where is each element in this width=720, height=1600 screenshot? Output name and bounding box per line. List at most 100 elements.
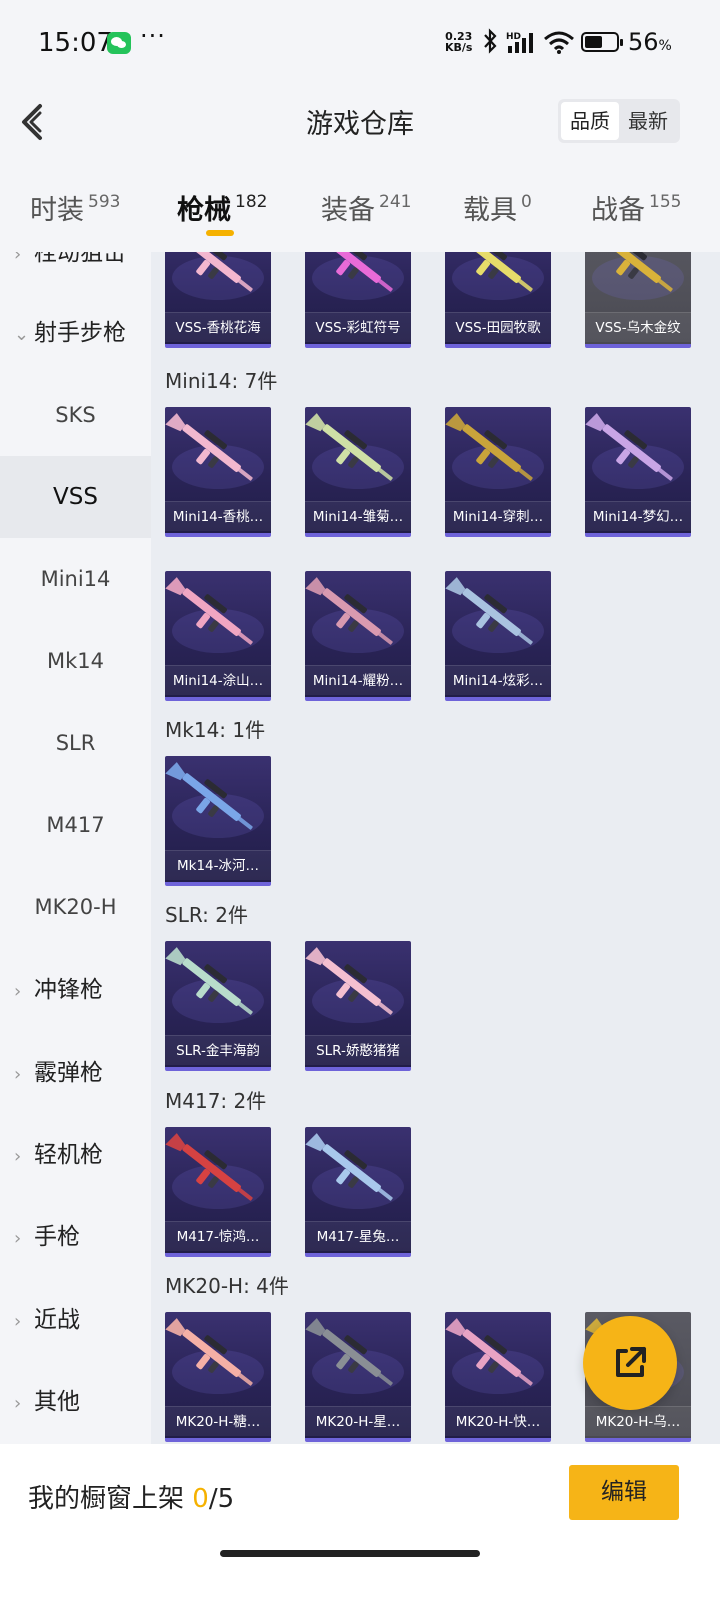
sidebar-category-marksman[interactable]: ⌄ 射手步枪 — [14, 292, 151, 374]
weapon-image — [585, 413, 684, 489]
weapon-card[interactable]: Mini14-香桃… — [165, 407, 271, 537]
signal-hd-label: HD — [506, 32, 521, 42]
net-speed-unit: KB/s — [445, 41, 473, 54]
weapon-image — [172, 252, 264, 300]
weapon-card[interactable]: VSS-香桃花海 — [165, 252, 271, 348]
tab-outfits[interactable]: 时装 593 — [30, 188, 120, 227]
edit-button[interactable]: 编辑 — [569, 1465, 679, 1520]
weapon-card[interactable]: MK20-H-糖… — [165, 1312, 271, 1442]
signal-icon: HD — [506, 32, 533, 53]
weapon-name: MK20-H-乌… — [585, 1406, 691, 1436]
weapon-card[interactable]: Mini14-穿刺… — [445, 407, 551, 537]
weapon-name: VSS-乌木金纹 — [585, 312, 691, 342]
sidebar-category-pistol[interactable]: › 手枪 — [14, 1196, 151, 1278]
weapon-card[interactable]: Mini14-耀粉… — [305, 571, 411, 701]
weapon-name: Mini14-涂山… — [165, 665, 271, 695]
tab-supplies[interactable]: 战备 155 — [591, 188, 681, 227]
weapon-card[interactable]: Mini14-炫彩… — [445, 571, 551, 701]
chevron-right-icon: › — [14, 1393, 22, 1414]
sort-newest-button[interactable]: 最新 — [619, 102, 677, 140]
sidebar-category-smg[interactable]: › 冲锋枪 — [14, 949, 151, 1031]
weapon-name: Mk14-冰河… — [165, 850, 271, 880]
weapon-image — [305, 1318, 404, 1394]
weapon-image — [165, 947, 264, 1023]
bottom-bar: 我的橱窗上架 0/5 编辑 — [0, 1444, 720, 1600]
weapon-image — [165, 762, 264, 838]
item-grid: VSS-香桃花海 VSS-彩虹符号 VSS-田园牧歌 VSS-乌木金纹 Mini14: … — [151, 252, 720, 1444]
weapon-name: VSS-香桃花海 — [165, 312, 271, 342]
weapon-card[interactable]: Mk14-冰河… — [165, 756, 271, 886]
weapon-name: Mini14-梦幻… — [585, 501, 691, 531]
tab-equipment[interactable]: 装备 241 — [321, 188, 411, 227]
sidebar-category-other[interactable]: › 其他 — [14, 1361, 151, 1443]
sidebar-category-shotgun[interactable]: › 霰弹枪 — [14, 1032, 151, 1114]
weapon-card[interactable]: MK20-H-快… — [445, 1312, 551, 1442]
sidebar-item-mini14[interactable]: Mini14 — [0, 538, 151, 620]
weapon-image — [312, 252, 404, 300]
sidebar-category-melee[interactable]: › 近战 — [14, 1279, 151, 1361]
sidebar-category-bolt-sniper[interactable]: › 栓动狙击 — [14, 252, 151, 294]
group-title: Mini14: 7件 — [165, 369, 278, 393]
chevron-right-icon: › — [14, 1064, 22, 1085]
shelf-status: 我的橱窗上架 0/5 — [28, 1484, 235, 1514]
bluetooth-icon — [484, 28, 497, 54]
weapon-image — [305, 413, 404, 489]
weapon-card[interactable]: Mini14-涂山… — [165, 571, 271, 701]
sidebar-category-lmg[interactable]: › 轻机枪 — [14, 1114, 151, 1196]
sidebar-item-mk14[interactable]: Mk14 — [0, 620, 151, 702]
chevron-down-icon: ⌄ — [14, 324, 30, 345]
tab-vehicles[interactable]: 载具 0 — [463, 188, 532, 227]
weapon-card[interactable]: M417-惊鸿… — [165, 1127, 271, 1257]
weapon-card[interactable]: MK20-H-星… — [305, 1312, 411, 1442]
weapon-card[interactable]: Mini14-雏菊… — [305, 407, 411, 537]
weapon-card[interactable]: VSS-田园牧歌 — [445, 252, 551, 348]
sort-quality-button[interactable]: 品质 — [561, 102, 619, 140]
weapon-name: Mini14-穿刺… — [445, 501, 551, 531]
chevron-right-icon: › — [14, 252, 22, 265]
sidebar-item-sks[interactable]: SKS — [0, 374, 151, 456]
weapon-name: VSS-田园牧歌 — [445, 312, 551, 342]
weapon-image — [445, 413, 544, 489]
weapon-card[interactable]: VSS-乌木金纹 — [585, 252, 691, 348]
weapon-name: SLR-娇憨猪猪 — [305, 1035, 411, 1065]
tab-firearms[interactable]: 枪械 182 — [177, 188, 267, 227]
weapon-name: Mini14-香桃… — [165, 501, 271, 531]
header: 游戏仓库 品质 最新 — [0, 90, 720, 154]
group-title: MK20-H: 4件 — [165, 1274, 289, 1298]
weapon-card[interactable]: M417-星兔… — [305, 1127, 411, 1257]
weapon-name: MK20-H-快… — [445, 1406, 551, 1436]
weapon-name: MK20-H-星… — [305, 1406, 411, 1436]
weapon-card[interactable]: VSS-彩虹符号 — [305, 252, 411, 348]
active-tab-indicator — [206, 230, 234, 236]
weapon-image — [165, 413, 264, 489]
weapon-name: VSS-彩虹符号 — [305, 312, 411, 342]
weapon-image — [452, 252, 544, 300]
group-title: SLR: 2件 — [165, 903, 248, 927]
weapon-image — [445, 577, 544, 653]
group-title: M417: 2件 — [165, 1089, 267, 1113]
wifi-icon — [544, 31, 574, 54]
weapon-name: MK20-H-糖… — [165, 1406, 271, 1436]
share-fab-button[interactable] — [583, 1316, 677, 1410]
weapon-card[interactable]: SLR-金丰海韵 — [165, 941, 271, 1071]
weapon-name: M417-惊鸿… — [165, 1221, 271, 1251]
weapon-image — [445, 1318, 544, 1394]
weapon-name: SLR-金丰海韵 — [165, 1035, 271, 1065]
chevron-right-icon: › — [14, 1228, 22, 1249]
battery-percent-unit: % — [658, 38, 672, 54]
weapon-name: Mini14-炫彩… — [445, 665, 551, 695]
sidebar-item-mk20h[interactable]: MK20-H — [0, 866, 151, 948]
weapon-card[interactable]: Mini14-梦幻… — [585, 407, 691, 537]
battery-icon — [581, 32, 623, 52]
home-indicator[interactable] — [220, 1550, 480, 1557]
weapon-name: Mini14-耀粉… — [305, 665, 411, 695]
share-external-icon — [616, 1347, 646, 1377]
sidebar-item-vss[interactable]: VSS — [0, 456, 151, 538]
weapon-card[interactable]: SLR-娇憨猪猪 — [305, 941, 411, 1071]
sidebar-item-slr[interactable]: SLR — [0, 702, 151, 784]
more-notifications-icon: ··· — [140, 22, 166, 50]
weapon-image — [305, 1133, 404, 1209]
sidebar: › 栓动狙击 ⌄ 射手步枪 SKS VSS Mini14 Mk14 SLR M417… — [0, 252, 151, 1444]
status-bar: 15:07 ··· 0.23 KB/s HD 56% — [0, 0, 720, 90]
sidebar-item-m417[interactable]: M417 — [0, 784, 151, 866]
